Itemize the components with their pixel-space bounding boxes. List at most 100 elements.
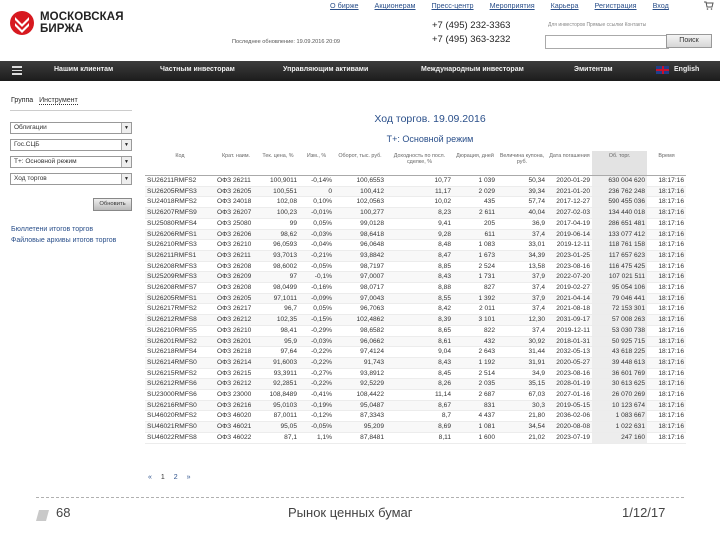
link-file-archives[interactable]: Файловые архивы итогов торгов bbox=[11, 237, 116, 244]
table-cell[interactable]: ОФЗ 26205 bbox=[215, 186, 257, 198]
table-cell[interactable]: ОФЗ 26209 bbox=[215, 271, 257, 284]
top-nav-career[interactable]: Карьера bbox=[551, 1, 579, 10]
table-row[interactable]: SU26216RMFS0 ОФЗ 26216 95,0103 -0,19% 95,048… bbox=[145, 400, 686, 412]
table-cell[interactable]: ОФЗ 26208 bbox=[215, 261, 257, 273]
pager-page-1[interactable]: 1 bbox=[161, 474, 165, 481]
table-cell[interactable]: ОФЗ 26217 bbox=[215, 303, 257, 316]
table-cell[interactable]: ОФЗ 23000 bbox=[215, 389, 257, 401]
table-row[interactable]: SU26215RMFS2 ОФЗ 26215 93,3911 -0,27% 93,891… bbox=[145, 368, 686, 380]
table-cell[interactable]: SU24018RMFS2 bbox=[145, 196, 215, 209]
table-row[interactable]: SU26212RMFS6 ОФЗ 26212 92,2851 -0,22% 92,522… bbox=[145, 378, 686, 391]
brand-name[interactable]: МОСКОВСКАЯ БИРЖА bbox=[40, 11, 124, 35]
select-trading-mode[interactable]: Т+: Основной режим ▼ bbox=[10, 156, 132, 168]
column-header[interactable]: Об. торг. bbox=[592, 151, 647, 176]
table-row[interactable]: SU24018RMFS2 ОФЗ 24018 102,08 0,10% 102,0563… bbox=[145, 196, 686, 209]
table-row[interactable]: SU26211RMFS1 ОФЗ 26211 93,7013 -0,21% 93,884… bbox=[145, 250, 686, 262]
top-nav-login[interactable]: Вход bbox=[653, 1, 669, 10]
table-row[interactable]: SU26218RMFS4 ОФЗ 26218 97,64 -0,22% 97,4124 9… bbox=[145, 346, 686, 358]
table-cell[interactable]: SU23000RMFS6 bbox=[145, 389, 215, 401]
table-cell[interactable]: SU26205RMFS3 bbox=[145, 186, 215, 198]
table-cell[interactable]: ОФЗ 24018 bbox=[215, 196, 257, 209]
menu-icon[interactable] bbox=[12, 66, 22, 75]
table-cell[interactable]: ОФЗ 46021 bbox=[215, 421, 257, 433]
table-row[interactable]: SU25080RMFS4 ОФЗ 25080 99 0,05% 99,0128 9,41 2… bbox=[145, 218, 686, 230]
search-input[interactable] bbox=[545, 35, 669, 49]
table-cell[interactable]: SU26206RMFS1 bbox=[145, 229, 215, 241]
table-cell[interactable]: ОФЗ 26201 bbox=[215, 336, 257, 348]
top-nav-events[interactable]: Мероприятия bbox=[490, 1, 535, 10]
pager-next[interactable]: » bbox=[187, 474, 191, 481]
table-row[interactable]: SU26211RMFS2 ОФЗ 26211 100,9011 -0,14% 100,6… bbox=[145, 175, 686, 187]
table-row[interactable]: SU26206RMFS1 ОФЗ 26206 98,62 -0,03% 98,6418 9… bbox=[145, 229, 686, 241]
table-row[interactable]: SU46022RMFS8 ОФЗ 46022 87,1 1,1% 87,8481 8,11… bbox=[145, 432, 686, 444]
nav-issuers[interactable]: Эмитентам bbox=[574, 66, 613, 73]
column-header[interactable]: Величина купона, руб. bbox=[497, 151, 547, 176]
column-header[interactable]: Изм., % bbox=[299, 151, 334, 176]
tab-group[interactable]: Группа bbox=[11, 97, 33, 104]
table-row[interactable]: SU46020RMFS2 ОФЗ 46020 87,0011 -0,12% 87,334… bbox=[145, 410, 686, 423]
table-cell[interactable]: ОФЗ 26207 bbox=[215, 207, 257, 219]
table-cell[interactable]: ОФЗ 26212 bbox=[215, 314, 257, 326]
refresh-button[interactable]: Обновить bbox=[93, 198, 132, 211]
table-row[interactable]: SU25209RMFS3 ОФЗ 26209 97 -0,1% 97,0007 8,43 1… bbox=[145, 271, 686, 284]
nav-private-investors[interactable]: Частным инвесторам bbox=[160, 66, 235, 73]
table-cell[interactable]: SU26212RMFS6 bbox=[145, 378, 215, 391]
table-cell[interactable]: SU26201RMFS2 bbox=[145, 336, 215, 348]
column-header[interactable]: Дата погашения bbox=[547, 151, 592, 176]
table-cell[interactable]: SU26212RMFS8 bbox=[145, 314, 215, 326]
table-cell[interactable]: SU46022RMFS8 bbox=[145, 432, 215, 444]
top-nav-register[interactable]: Регистрация bbox=[595, 1, 637, 10]
table-cell[interactable]: SU26208RMFS3 bbox=[145, 261, 215, 273]
table-row[interactable]: SU26208RMFS3 ОФЗ 26208 98,6002 -0,05% 98,719… bbox=[145, 261, 686, 273]
table-row[interactable]: SU26207RMFS9 ОФЗ 26207 100,23 -0,01% 100,277… bbox=[145, 207, 686, 219]
table-cell[interactable]: SU26210RMFS5 bbox=[145, 325, 215, 337]
column-header[interactable]: Код bbox=[145, 151, 215, 176]
table-row[interactable]: SU26212RMFS8 ОФЗ 26212 102,35 -0,15% 102,486… bbox=[145, 314, 686, 326]
table-cell[interactable]: ОФЗ 26208 bbox=[215, 282, 257, 294]
table-cell[interactable]: ОФЗ 46020 bbox=[215, 410, 257, 423]
table-row[interactable]: SU26205RMFS3 ОФЗ 26205 100,551 0 100,412 11,1… bbox=[145, 186, 686, 198]
quick-links[interactable]: Для инвесторов Прямые ссылки Контакты bbox=[548, 22, 646, 28]
table-cell[interactable]: ОФЗ 26210 bbox=[215, 325, 257, 337]
table-cell[interactable]: ОФЗ 26205 bbox=[215, 293, 257, 305]
table-cell[interactable]: SU46021RMFS0 bbox=[145, 421, 215, 433]
pager-page-2[interactable]: 2 bbox=[174, 474, 178, 481]
table-cell[interactable]: SU26215RMFS2 bbox=[145, 368, 215, 380]
search-button[interactable]: Поиск bbox=[666, 34, 712, 48]
cart-icon[interactable] bbox=[704, 1, 714, 12]
select-market[interactable]: Облигации ▼ bbox=[10, 122, 132, 134]
table-cell[interactable]: ОФЗ 26212 bbox=[215, 378, 257, 391]
table-cell[interactable]: SU25209RMFS3 bbox=[145, 271, 215, 284]
table-cell[interactable]: SU26205RMFS1 bbox=[145, 293, 215, 305]
table-cell[interactable]: SU26214RMFS0 bbox=[145, 357, 215, 369]
table-row[interactable]: SU26208RMFS7 ОФЗ 26208 98,0499 -0,16% 98,071… bbox=[145, 282, 686, 294]
column-header[interactable]: Доходность по посл. сделке, % bbox=[386, 151, 453, 176]
table-cell[interactable]: ОФЗ 26210 bbox=[215, 239, 257, 251]
nav-asset-managers[interactable]: Управляющим активами bbox=[283, 66, 368, 73]
table-cell[interactable]: ОФЗ 25080 bbox=[215, 218, 257, 230]
table-cell[interactable]: SU46020RMFS2 bbox=[145, 410, 215, 423]
table-cell[interactable]: SU25080RMFS4 bbox=[145, 218, 215, 230]
table-cell[interactable]: ОФЗ 26211 bbox=[215, 250, 257, 262]
table-row[interactable]: SU26210RMFS5 ОФЗ 26210 98,41 -0,29% 98,6582 8… bbox=[145, 325, 686, 337]
column-header[interactable]: Крат. наим. bbox=[215, 151, 257, 176]
table-cell[interactable]: ОФЗ 46022 bbox=[215, 432, 257, 444]
nav-clients[interactable]: Нашим клиентам bbox=[54, 66, 113, 73]
table-cell[interactable]: SU26217RMFS2 bbox=[145, 303, 215, 316]
table-row[interactable]: SU23000RMFS6 ОФЗ 23000 108,8489 -0,41% 108,4… bbox=[145, 389, 686, 401]
top-nav-about[interactable]: О бирже bbox=[330, 1, 359, 10]
table-cell[interactable]: ОФЗ 26206 bbox=[215, 229, 257, 241]
top-nav-shareholders[interactable]: Акционерам bbox=[375, 1, 416, 10]
select-board-group[interactable]: Гос.СЦБ ▼ bbox=[10, 139, 132, 151]
link-bulletins[interactable]: Бюллетени итогов торгов bbox=[11, 226, 93, 233]
select-view[interactable]: Ход торгов ▼ bbox=[10, 173, 132, 185]
table-cell[interactable]: SU26211RMFS1 bbox=[145, 250, 215, 262]
table-cell[interactable]: SU26211RMFS2 bbox=[145, 175, 215, 187]
nav-english[interactable]: English bbox=[674, 66, 699, 73]
table-cell[interactable]: ОФЗ 26211 bbox=[215, 175, 257, 187]
table-row[interactable]: SU26217RMFS2 ОФЗ 26217 96,7 0,05% 96,7063 8,4… bbox=[145, 303, 686, 316]
table-cell[interactable]: ОФЗ 26215 bbox=[215, 368, 257, 380]
table-cell[interactable]: ОФЗ 26216 bbox=[215, 400, 257, 412]
table-cell[interactable]: ОФЗ 26218 bbox=[215, 346, 257, 358]
table-row[interactable]: SU26201RMFS2 ОФЗ 26201 95,9 -0,03% 96,0662 8,… bbox=[145, 336, 686, 348]
